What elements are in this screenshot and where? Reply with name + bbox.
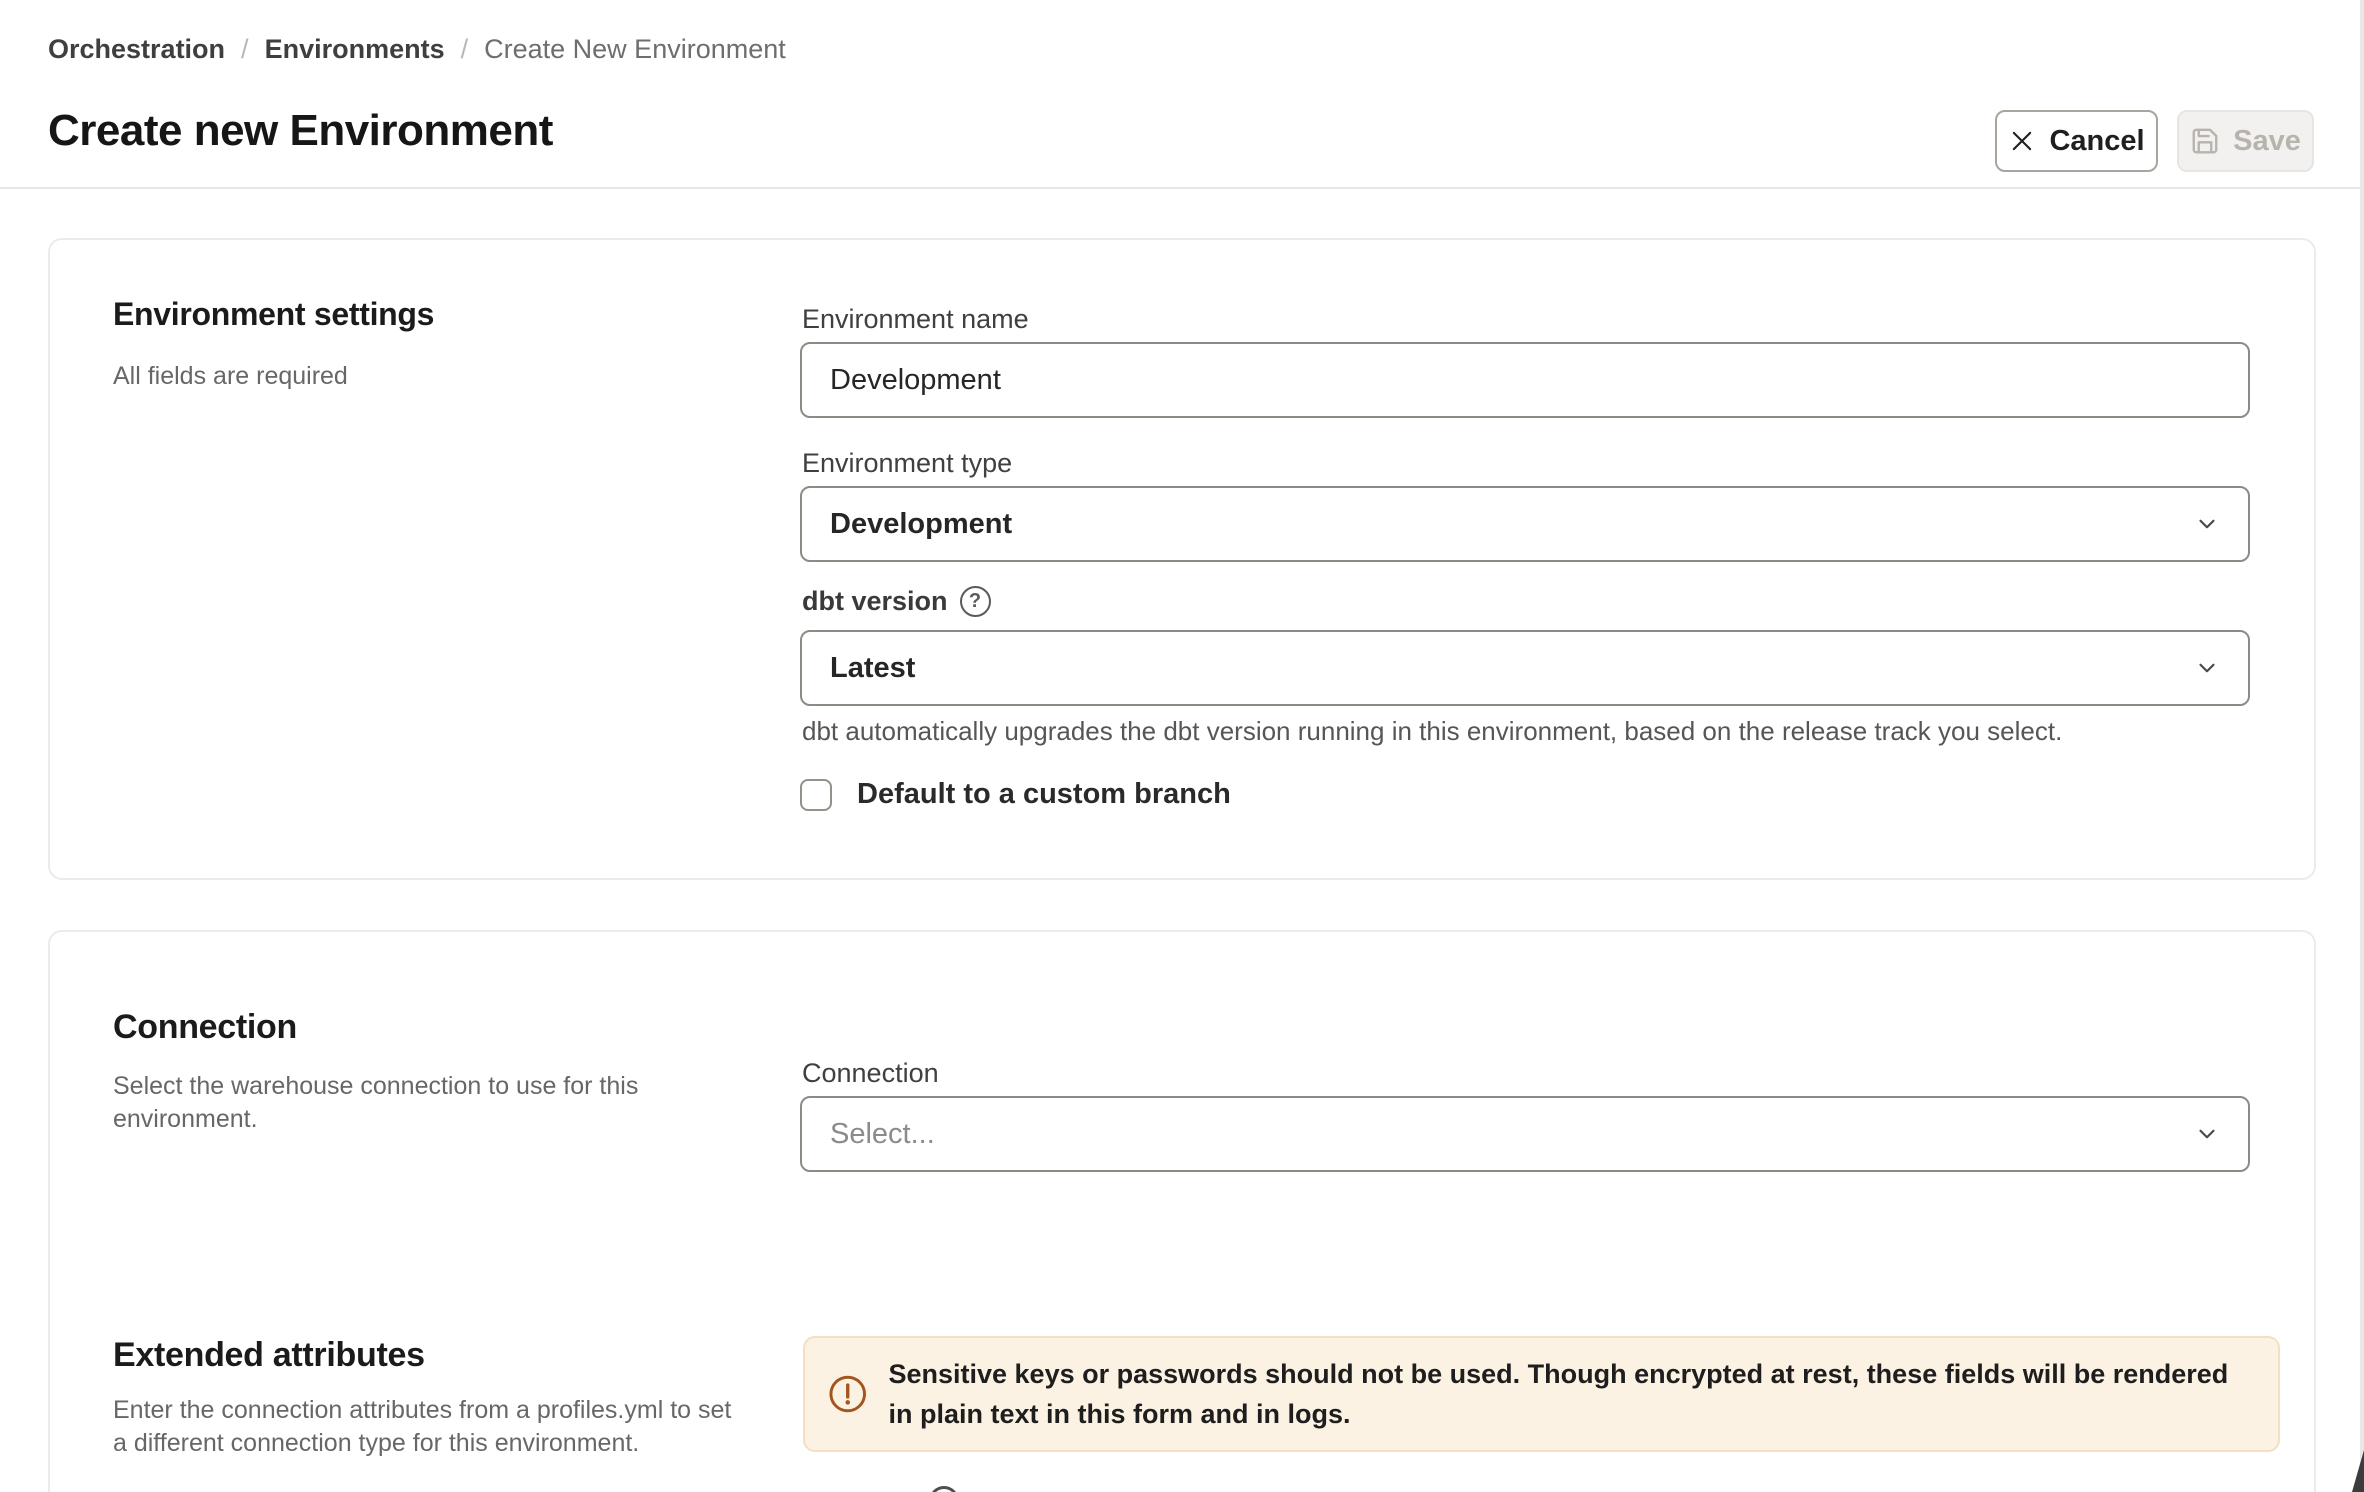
help-icon[interactable]: ? <box>960 586 991 617</box>
connection-title: Connection <box>113 1008 297 1047</box>
save-button-label: Save <box>2233 125 2301 158</box>
environment-type-label: Environment type <box>802 448 1012 479</box>
extended-attributes-subtitle: Enter the connection attributes from a p… <box>113 1394 733 1460</box>
extended-attributes-title: Extended attributes <box>113 1336 425 1375</box>
connection-subtitle: Select the warehouse connection to use f… <box>113 1070 678 1136</box>
connection-select-placeholder: Select... <box>830 1118 935 1151</box>
save-icon <box>2190 126 2220 156</box>
breadcrumb-separator: / <box>461 34 469 65</box>
close-icon <box>2008 127 2036 155</box>
environment-name-label: Environment name <box>802 304 1029 335</box>
dbt-version-label-row: dbt version ? <box>802 586 991 617</box>
chevron-down-icon <box>2194 655 2220 681</box>
breadcrumb-orchestration[interactable]: Orchestration <box>48 34 225 65</box>
save-button[interactable]: Save <box>2177 110 2314 172</box>
custom-branch-checkbox[interactable] <box>800 779 832 811</box>
breadcrumb-current-page: Create New Environment <box>484 34 786 65</box>
breadcrumb: Orchestration / Environments / Create Ne… <box>48 34 786 65</box>
connection-select-label: Connection <box>802 1058 939 1089</box>
page-title: Create new Environment <box>48 106 553 156</box>
create-environment-page: Orchestration / Environments / Create Ne… <box>0 0 2364 1492</box>
breadcrumb-environments[interactable]: Environments <box>265 34 445 65</box>
header-divider <box>0 187 2364 189</box>
sensitive-keys-warning: Sensitive keys or passwords should not b… <box>803 1336 2280 1452</box>
warning-text: Sensitive keys or passwords should not b… <box>888 1354 2256 1434</box>
warning-icon <box>827 1373 868 1415</box>
environment-type-select[interactable]: Development <box>800 486 2250 562</box>
dbt-version-help-text: dbt automatically upgrades the dbt versi… <box>802 716 2062 747</box>
cancel-button-label: Cancel <box>2049 125 2144 158</box>
dbt-version-value: Latest <box>830 652 915 685</box>
environment-name-input[interactable] <box>800 342 2250 418</box>
chevron-down-icon <box>2194 1121 2220 1147</box>
environment-type-value: Development <box>830 508 1012 541</box>
custom-branch-label: Default to a custom branch <box>857 778 1231 811</box>
dbt-version-select[interactable]: Latest <box>800 630 2250 706</box>
environment-settings-title: Environment settings <box>113 296 434 333</box>
custom-branch-row: Default to a custom branch <box>800 778 1231 811</box>
chevron-down-icon <box>2194 511 2220 537</box>
right-edge-strip <box>2360 0 2364 1492</box>
connection-select[interactable]: Select... <box>800 1096 2250 1172</box>
environment-settings-subtitle: All fields are required <box>113 360 348 393</box>
dbt-version-label: dbt version <box>802 586 948 617</box>
cancel-button[interactable]: Cancel <box>1995 110 2158 172</box>
breadcrumb-separator: / <box>241 34 249 65</box>
